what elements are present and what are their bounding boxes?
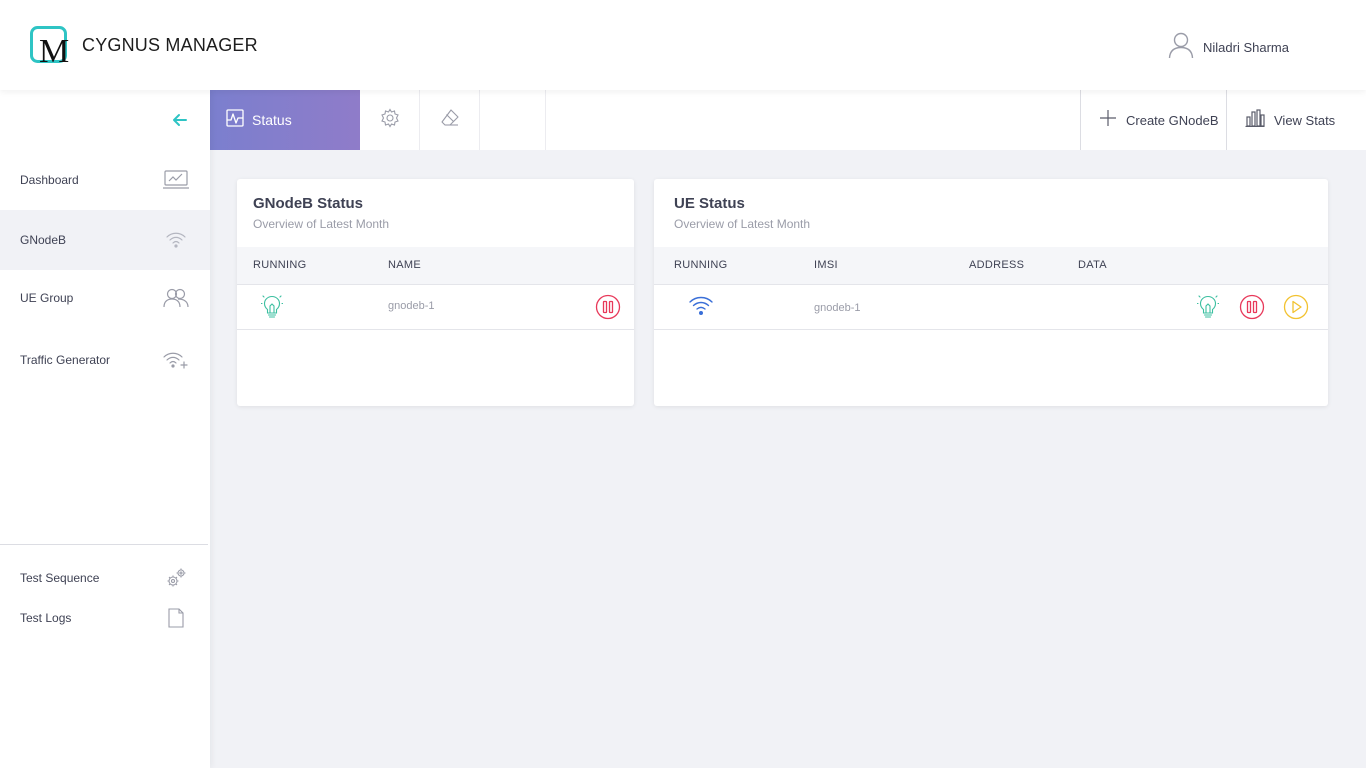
arrow-left-icon [173, 114, 187, 126]
wifi-plus-icon [162, 349, 190, 371]
app-name: CYGNUS MANAGER [82, 35, 258, 56]
column-header-imsi: IMSI [814, 259, 838, 271]
sidebar-item-label: Test Sequence [20, 571, 100, 585]
tab-settings[interactable] [360, 90, 420, 150]
wifi-signal-icon [688, 293, 714, 319]
sidebar-divider [0, 544, 208, 545]
sidebar-item-label: Dashboard [20, 173, 79, 187]
table-row: gnodeb-1 [654, 285, 1328, 330]
lightbulb-icon [1197, 295, 1219, 318]
table-header: RUNNING IMSI ADDRESS DATA [654, 247, 1328, 285]
lightbulb-icon [259, 294, 285, 320]
table-header: RUNNING NAME [237, 247, 634, 285]
card-subtitle: Overview of Latest Month [253, 217, 390, 231]
sidebar-item-dashboard[interactable]: Dashboard [0, 150, 210, 210]
table-row: gnodeb-1 [237, 285, 634, 330]
sidebar-item-ue-group[interactable]: UE Group [0, 268, 210, 328]
gnodeb-name: gnodeb-1 [388, 300, 435, 312]
pause-icon [595, 294, 621, 320]
pause-button[interactable] [1239, 294, 1265, 320]
document-icon [162, 607, 190, 629]
header: M CYGNUS MANAGER Niladri Sharma [0, 0, 1366, 90]
svg-text:M: M [39, 33, 69, 64]
tab-status[interactable]: Status [210, 90, 360, 150]
gear-icon [380, 107, 400, 133]
user-menu[interactable]: Niladri Sharma [1168, 31, 1289, 64]
sidebar-item-traffic-generator[interactable]: Traffic Generator [0, 330, 210, 390]
create-gnodeb-button[interactable]: Create GNodeB [1080, 90, 1226, 150]
gears-icon [162, 567, 190, 589]
pause-icon [1239, 294, 1265, 320]
logo-mark-icon: M [30, 26, 72, 70]
column-header-running: RUNNING [674, 259, 728, 271]
bar-chart-icon [1245, 108, 1265, 132]
play-icon [1283, 294, 1309, 320]
eraser-icon [440, 108, 460, 133]
sidebar-item-label: Traffic Generator [20, 353, 111, 367]
plus-icon [1099, 109, 1117, 132]
column-header-address: ADDRESS [969, 259, 1025, 271]
logo[interactable]: M CYGNUS MANAGER [30, 26, 258, 70]
view-stats-label: View Stats [1274, 112, 1336, 128]
column-header-name: NAME [388, 259, 421, 271]
user-icon [1168, 31, 1194, 64]
sidebar-item-label: Test Logs [20, 611, 72, 625]
sidebar-item-test-logs[interactable]: Test Logs [0, 588, 210, 648]
app-name-primary: CYGNUS [82, 34, 161, 55]
column-header-running: RUNNING [253, 259, 307, 271]
create-gnodeb-label: Create GNodeB [1126, 112, 1219, 128]
card-title: GNodeB Status [253, 195, 364, 212]
user-name: Niladri Sharma [1203, 40, 1289, 55]
tab-clear[interactable] [420, 90, 480, 150]
ue-status-card: UE Status Overview of Latest Month RUNNI… [654, 179, 1328, 406]
play-button[interactable] [1283, 294, 1309, 320]
pause-button[interactable] [595, 294, 621, 320]
sidebar-item-label: UE Group [20, 291, 74, 305]
tab-status-label: Status [252, 112, 292, 128]
laptop-icon [162, 169, 190, 191]
card-title: UE Status [674, 195, 745, 212]
card-subtitle: Overview of Latest Month [674, 217, 811, 231]
collapse-sidebar-button[interactable] [170, 110, 190, 130]
sidebar-item-label: GNodeB [20, 233, 67, 247]
sidebar-item-gnodeb[interactable]: GNodeB [0, 210, 210, 270]
tab-blank[interactable] [480, 90, 546, 150]
ue-imsi: gnodeb-1 [814, 302, 861, 314]
running-indicator-button[interactable] [1195, 294, 1221, 320]
wifi-icon [162, 229, 190, 251]
activity-icon [226, 108, 244, 132]
sidebar: Dashboard GNodeB UE Group Traffic Genera… [0, 90, 210, 768]
app-name-secondary: MANAGER [160, 34, 258, 55]
gnodeb-status-card: GNodeB Status Overview of Latest Month R… [237, 179, 634, 406]
column-header-data: DATA [1078, 259, 1107, 271]
users-icon [162, 287, 190, 309]
view-stats-button[interactable]: View Stats [1226, 90, 1366, 150]
toolbar: Status Create GNodeB View Stats [210, 90, 1366, 150]
